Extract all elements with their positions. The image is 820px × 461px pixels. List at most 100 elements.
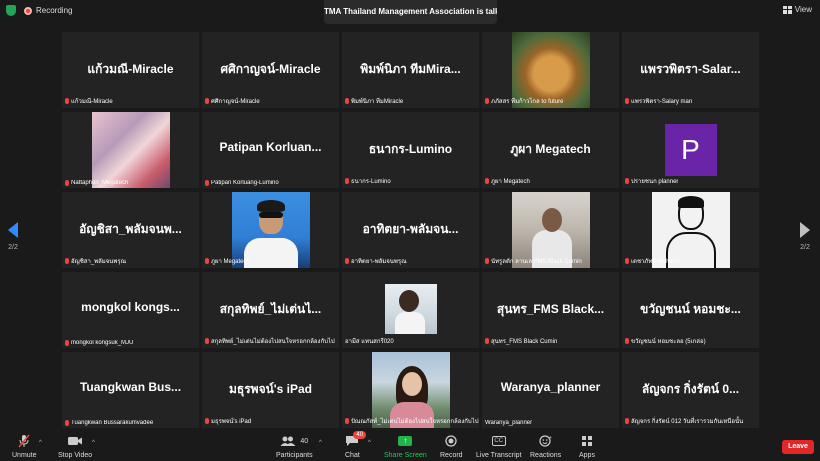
participant-caption: แก้วมณี-Miracle: [65, 96, 113, 106]
muted-mic-icon: [205, 258, 209, 264]
participant-display-name: สกุลทิพย์_ไม่เต่นไ...: [219, 302, 322, 316]
participant-tile[interactable]: ภภัสสร ทีมก้าวไกล to future: [482, 32, 619, 108]
participant-tile[interactable]: ลัญจกร กิ่งรัตน์ 0... ลัญจกร กิ่งรัตน์ 0…: [622, 352, 759, 428]
participant-display-name: ศศิกาญจน์-Miracle: [220, 62, 321, 76]
muted-mic-icon: [205, 98, 209, 104]
participant-name: ธนากร-Lumino: [351, 179, 391, 185]
muted-mic-icon: [625, 98, 629, 104]
participant-tile[interactable]: สกุลทิพย์_ไม่เต่นไ... สกุลทิพย์_ไม่เต่นไ…: [202, 272, 339, 348]
participant-caption: Patipan Korluang-Lumino: [205, 180, 279, 186]
participant-tile[interactable]: มธุรพจน์'s iPad มธุรพจน์'s iPad: [202, 352, 339, 428]
participant-caption: แพรวพิตรา-Salary man: [625, 96, 692, 106]
participant-caption: ขวัญชนน์ หอมชะลอ (5เกล่อ): [625, 336, 706, 346]
participants-options-caret-icon[interactable]: ^: [319, 440, 322, 446]
previous-page-button[interactable]: 2/2: [6, 222, 20, 251]
share-screen-button[interactable]: ↑ Share Screen: [384, 434, 427, 459]
view-button[interactable]: View: [782, 5, 812, 14]
participant-tile[interactable]: เตชาภัทร์ Wolvern: [622, 192, 759, 268]
participant-tile[interactable]: นัทรูลดัก ลานเล FMS Black Cumin: [482, 192, 619, 268]
next-page-button[interactable]: 2/2: [798, 222, 812, 251]
participant-caption: อามีส แทนสกรี020: [345, 336, 394, 346]
chat-label: Chat: [345, 452, 360, 459]
security-shield-icon[interactable]: [6, 5, 16, 16]
participant-tile[interactable]: แก้วมณี-Miracle แก้วมณี-Miracle: [62, 32, 199, 108]
muted-mic-icon: [625, 418, 629, 424]
stop-video-button[interactable]: Stop Video: [58, 434, 92, 459]
leave-button[interactable]: Leave: [782, 440, 814, 454]
microphone-muted-icon: [17, 434, 31, 448]
participant-tile[interactable]: อาทิตยา-พลัมจน... อาทิตยา-พลัมจนพรุณ: [342, 192, 479, 268]
participant-caption: Waranya_planner: [485, 420, 532, 426]
participant-tile[interactable]: Patipan Korluan... Patipan Korluang-Lumi…: [202, 112, 339, 188]
arrow-left-icon: [8, 222, 18, 238]
participant-caption: Nattaphon_Megatech: [65, 180, 128, 186]
muted-mic-icon: [205, 418, 209, 424]
participant-tile[interactable]: ปัณณกัสท์_ไม่เต่นไม่ต้องไปสนใจหรอกกล้องก…: [342, 352, 479, 428]
participant-display-name: ขวัญชนน์ หอมชะ...: [640, 302, 741, 316]
reactions-button[interactable]: + Reactions: [530, 434, 561, 459]
participant-display-name: ธนากร-Lumino: [368, 142, 453, 156]
muted-mic-icon: [345, 178, 349, 184]
recording-label: Recording: [36, 6, 73, 15]
participant-tile[interactable]: อัญชิสา_พลัมจนพ... อัญชิสา_พลัมจนพรุณ: [62, 192, 199, 268]
participant-display-name: ลัญจกร กิ่งรัตน์ 0...: [641, 382, 740, 396]
participant-tile[interactable]: ธนากร-Lumino ธนากร-Lumino: [342, 112, 479, 188]
participant-name: แก้วมณี-Miracle: [71, 99, 113, 105]
participant-caption: นัทรูลดัก ลานเล FMS Black Cumin: [485, 256, 582, 266]
audio-options-caret-icon[interactable]: ^: [39, 440, 42, 446]
apps-button[interactable]: Apps: [579, 434, 595, 459]
participant-display-name: พิมพ์นิภา ทีมMira...: [360, 62, 461, 76]
participant-name: เตชาภัทร์ Wolvern: [631, 259, 680, 265]
participant-caption: มธุรพจน์'s iPad: [205, 416, 251, 426]
participant-tile[interactable]: Waranya_planner Waranya_planner: [482, 352, 619, 428]
recording-icon: [24, 7, 32, 15]
participant-display-name: mongkol kongs...: [81, 300, 180, 314]
muted-mic-icon: [485, 258, 489, 264]
muted-mic-icon: [205, 180, 209, 186]
participant-name: ศศิกาญจน์-Miracle: [211, 99, 260, 105]
video-options-caret-icon[interactable]: ^: [92, 440, 95, 446]
participant-name: นัทรูลดัก ลานเล FMS Black Cumin: [491, 259, 582, 265]
chat-button[interactable]: 40 Chat: [345, 431, 367, 459]
participants-count: 40: [300, 437, 309, 445]
muted-mic-icon: [485, 98, 489, 104]
participant-caption: ปรายชนก planner: [625, 176, 678, 186]
participant-tile[interactable]: ภูผา Megatech: [202, 192, 339, 268]
participant-tile[interactable]: Tuangkwan Bus... Tuangkwan Bussarakumvad…: [62, 352, 199, 428]
arrow-right-icon: [800, 222, 810, 238]
participant-tile[interactable]: อามีส แทนสกรี020: [342, 272, 479, 348]
participant-name: มธุรพจน์'s iPad: [211, 419, 252, 425]
record-label: Record: [440, 452, 463, 459]
participant-tile[interactable]: P ปรายชนก planner: [622, 112, 759, 188]
chat-options-caret-icon[interactable]: ^: [368, 440, 371, 446]
live-transcript-button[interactable]: CC Live Transcript: [476, 434, 522, 459]
muted-mic-icon: [205, 338, 209, 344]
participants-label: Participants: [276, 452, 313, 459]
participant-caption: สกุลทิพย์_ไม่เต่นไม่ต้องไปสนใจหรอกกล้องก…: [205, 336, 335, 346]
participant-display-name: Waranya_planner: [500, 380, 601, 394]
participant-tile[interactable]: mongkol kongs... mongkol kongsuk_MJU: [62, 272, 199, 348]
participant-tile[interactable]: สุนทร_FMS Black... สุนทร_FMS Black Cumin: [482, 272, 619, 348]
participants-button[interactable]: 40 Participants: [276, 434, 313, 459]
participant-tile[interactable]: แพรวพิตรา-Salar... แพรวพิตรา-Salary man: [622, 32, 759, 108]
participant-display-name: อาทิตยา-พลัมจน...: [362, 222, 459, 236]
record-button[interactable]: Record: [440, 434, 463, 459]
participant-tile[interactable]: ภูผา Megatech ภูผา Megatech: [482, 112, 619, 188]
participant-display-name: แก้วมณี-Miracle: [87, 62, 174, 76]
muted-mic-icon: [345, 98, 349, 104]
participant-name: Patipan Korluang-Lumino: [211, 180, 279, 186]
participant-name: สุนทร_FMS Black Cumin: [491, 339, 558, 345]
unmute-button[interactable]: Unmute: [12, 434, 37, 459]
reactions-label: Reactions: [530, 452, 562, 459]
participant-tile[interactable]: ขวัญชนน์ หอมชะ... ขวัญชนน์ หอมชะลอ (5เกล…: [622, 272, 759, 348]
muted-mic-icon: [485, 338, 489, 344]
participant-display-name: แพรวพิตรา-Salar...: [640, 62, 741, 76]
apps-icon: [581, 434, 593, 448]
muted-mic-icon: [65, 258, 69, 264]
participant-tile[interactable]: พิมพ์นิภา ทีมMira... พิมพ์นิภา ทีมMiracl…: [342, 32, 479, 108]
participant-tile[interactable]: Nattaphon_Megatech: [62, 112, 199, 188]
participant-photo-anime: [91, 112, 170, 188]
muted-mic-icon: [485, 178, 489, 184]
participant-caption: ภูผา Megatech: [205, 256, 250, 266]
participant-tile[interactable]: ศศิกาญจน์-Miracle ศศิกาญจน์-Miracle: [202, 32, 339, 108]
